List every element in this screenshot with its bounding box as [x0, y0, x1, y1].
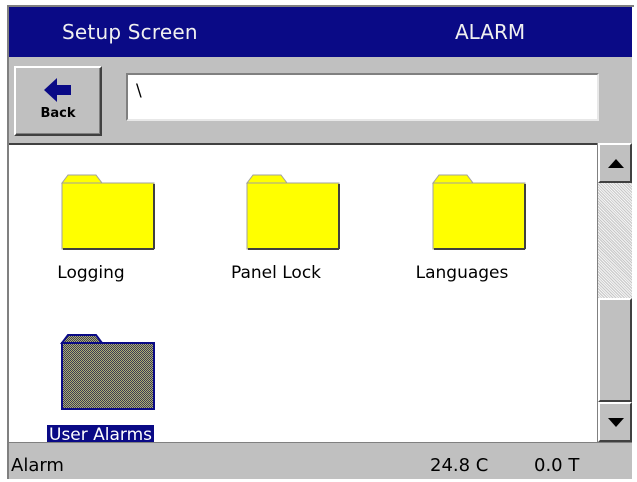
- folder-icon: [432, 174, 526, 250]
- back-button[interactable]: Back: [14, 66, 102, 136]
- title-bar: Setup Screen ALARM: [9, 7, 632, 57]
- status-bar: Alarm 24.8 C 0.0 T: [9, 442, 632, 479]
- folder-user-alarms[interactable]: User Alarms: [9, 145, 209, 442]
- scroll-up-arrow-icon: [608, 159, 624, 168]
- scroll-thumb[interactable]: [598, 298, 632, 402]
- scroll-down-button[interactable]: [598, 402, 632, 442]
- folder-label: Panel Lock: [230, 263, 322, 283]
- scroll-up-button[interactable]: [598, 143, 632, 183]
- screen-title: Setup Screen: [62, 20, 198, 44]
- folder-panel-lock[interactable]: Panel Lock: [201, 145, 351, 285]
- force-readout: 0.0 T: [534, 455, 580, 476]
- vertical-scrollbar[interactable]: [597, 143, 632, 442]
- back-button-label: Back: [40, 106, 76, 121]
- scroll-down-arrow-icon: [608, 418, 624, 427]
- folder-label: Languages: [415, 263, 509, 283]
- folder-label-selected: User Alarms: [45, 424, 156, 442]
- temperature-readout: 24.8 C: [430, 455, 489, 476]
- folder-icon: [60, 334, 155, 410]
- folder-languages[interactable]: Languages: [387, 145, 537, 285]
- setup-screen-window: Setup Screen ALARM Back \ Logging Panel …: [7, 5, 634, 479]
- left-arrow-icon: [44, 78, 71, 102]
- folder-icon: [246, 174, 340, 250]
- status-text: Alarm: [11, 455, 64, 476]
- path-field[interactable]: \: [126, 73, 599, 121]
- toolbar: Back \: [9, 57, 632, 143]
- folder-browser: Logging Panel Lock Languages User Alarms: [9, 143, 597, 442]
- mode-indicator: ALARM: [455, 20, 526, 44]
